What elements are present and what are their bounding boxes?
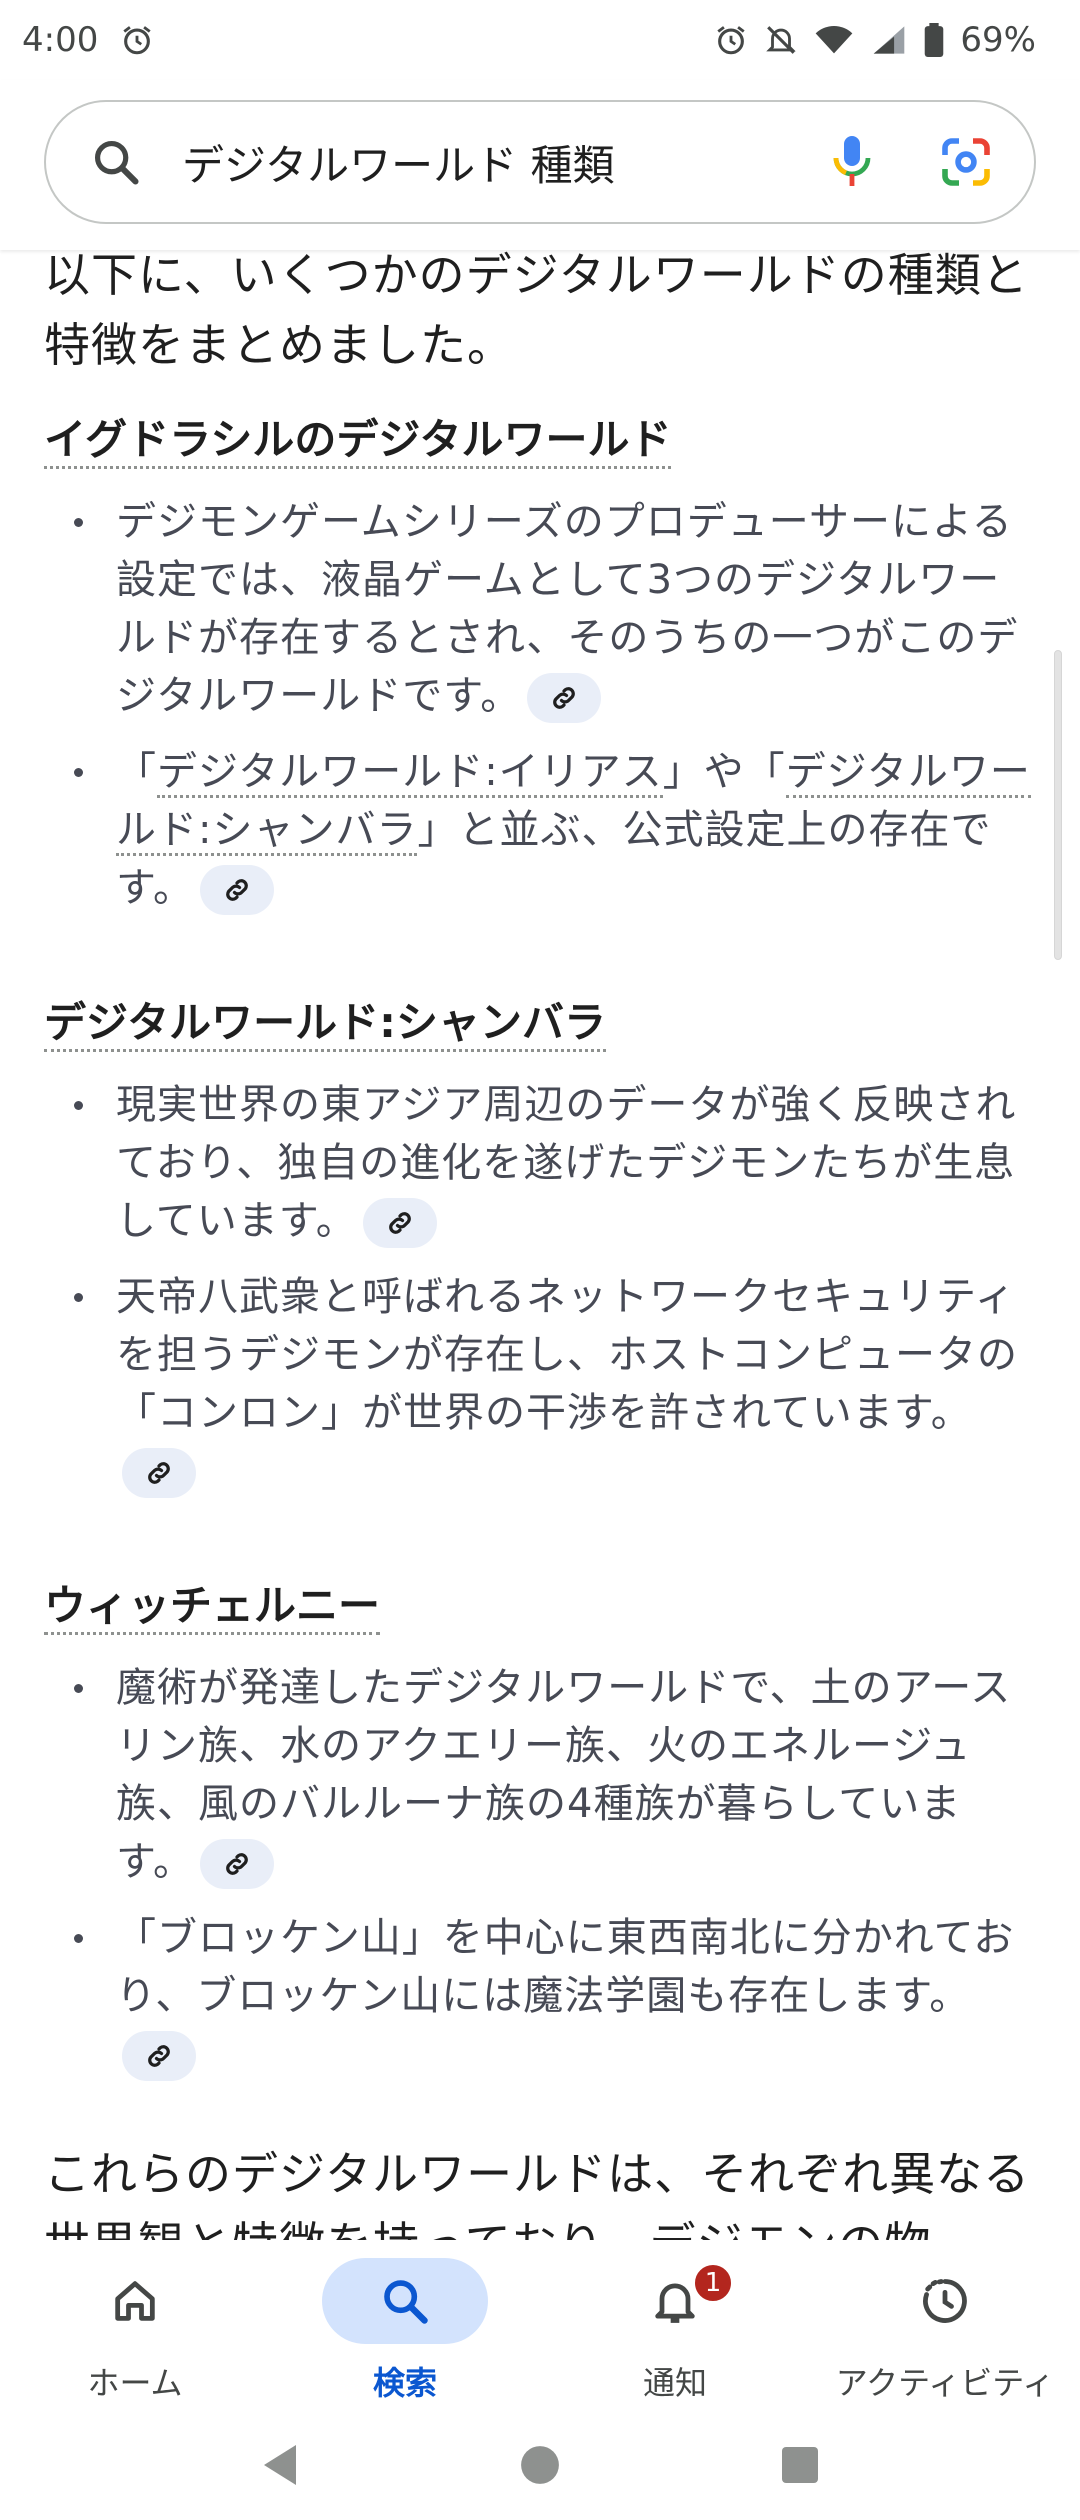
- source-link-chip[interactable]: [362, 1198, 437, 1248]
- list-item: 「デジタルワールド:イリアス」や「デジタルワールド:シャンバラ」と並ぶ、公式設定…: [44, 743, 1036, 917]
- link-icon: [388, 1212, 411, 1234]
- nav-label: アクティビティ: [835, 2364, 1055, 2402]
- mic-icon[interactable]: [828, 132, 876, 192]
- source-link-chip[interactable]: [200, 1839, 274, 1889]
- list-item: 「ブロッケン山」を中心に東西南北に分かれており、ブロッケン山には魔法学園も存在し…: [44, 1909, 1036, 2083]
- bullet-list: デジモンゲームシリーズのプロデューサーによる設定では、液晶ゲームとして3つのデジ…: [44, 493, 1036, 917]
- recents-icon[interactable]: [780, 2445, 820, 2485]
- search-header: デジタルワールド 種類: [0, 80, 1080, 250]
- section-shambhala: デジタルワールド:シャンバラ 現実世界の東アジア周辺のデータが強く反映されており…: [44, 935, 1036, 1500]
- status-bar: 4:00 69%: [0, 0, 1080, 80]
- source-link-chip[interactable]: [122, 2031, 196, 2081]
- nav-activity[interactable]: アクティビティ: [810, 2240, 1080, 2410]
- link-icon: [148, 1462, 170, 1484]
- section-title[interactable]: ウィッチェルニー: [44, 1580, 381, 1635]
- nav-label: 通知: [642, 2364, 707, 2402]
- system-nav-bar: [0, 2410, 1080, 2520]
- activity-icon: [923, 2279, 967, 2323]
- nav-pill: [322, 2258, 488, 2344]
- nav-pill: [862, 2258, 1028, 2344]
- ai-overview-content: 以下に、いくつかのデジタルワールドの種類と特徴をまとめました。 イグドラシルのデ…: [0, 230, 1080, 2240]
- status-time: 4:00: [22, 20, 99, 60]
- mute-icon: [764, 23, 798, 57]
- source-link-chip[interactable]: [527, 673, 602, 723]
- alarm-icon: [714, 23, 748, 57]
- intro-paragraph: 以下に、いくつかのデジタルワールドの種類と特徴をまとめました。: [44, 248, 1029, 372]
- section-title[interactable]: イグドラシルのデジタルワールド: [44, 414, 672, 469]
- section-title[interactable]: デジタルワールド:シャンバラ: [44, 997, 606, 1052]
- source-link-chip[interactable]: [122, 1448, 196, 1498]
- nav-notifications[interactable]: 1 通知: [540, 2240, 810, 2410]
- link-icon: [553, 687, 576, 709]
- search-icon: [384, 2280, 428, 2324]
- section-yggdrasil: イグドラシルのデジタルワールド デジモンゲームシリーズのプロデューサーによる設定…: [44, 380, 1036, 917]
- scrollbar[interactable]: [1054, 650, 1062, 960]
- link-icon: [226, 879, 248, 901]
- nav-pill: [592, 2258, 758, 2344]
- bullet-list: 魔術が発達したデジタルワールドで、土のアースリン族、水のアクエリー族、火のエネル…: [44, 1659, 1036, 2083]
- source-link-chip[interactable]: [200, 865, 274, 915]
- bullet-text: 現実世界の東アジア周辺のデータが強く反映されており、独自の進化を遂げたデジモンた…: [116, 1082, 1017, 1244]
- search-icon[interactable]: [90, 136, 142, 188]
- section-witchelny: ウィッチェルニー 魔術が発達したデジタルワールドで、土のアースリン族、水のアクエ…: [44, 1518, 1036, 2083]
- nav-search[interactable]: 検索: [270, 2240, 540, 2410]
- alarm-icon: [120, 23, 154, 57]
- nav-label: 検索: [372, 2364, 437, 2402]
- bullet-text: 」や「: [662, 749, 786, 795]
- link-icon: [226, 1853, 248, 1875]
- list-item: 天帝八武衆と呼ばれるネットワークセキュリティを担うデジモンが存在し、ホストコンピ…: [44, 1268, 1036, 1500]
- nav-label: ホーム: [87, 2364, 183, 2402]
- home-icon: [115, 2281, 155, 2321]
- signal-icon: [870, 23, 908, 57]
- wifi-icon: [814, 23, 854, 57]
- search-query[interactable]: デジタルワールド 種類: [182, 132, 828, 193]
- bullet-list: 現実世界の東アジア周辺のデータが強く反映されており、独自の進化を遂げたデジモンた…: [44, 1076, 1036, 1500]
- bullet-text: 「: [116, 749, 157, 795]
- link-icon: [148, 2045, 170, 2067]
- battery-icon: [924, 23, 944, 57]
- nav-pill: [52, 2258, 218, 2344]
- list-item: 現実世界の東アジア周辺のデータが強く反映されており、独自の進化を遂げたデジモンた…: [44, 1076, 1036, 1250]
- search-box[interactable]: デジタルワールド 種類: [44, 100, 1036, 224]
- nav-home[interactable]: ホーム: [0, 2240, 270, 2410]
- inline-link-ilias[interactable]: デジタルワールド:イリアス: [157, 749, 663, 798]
- bullet-text: 「ブロッケン山」を中心に東西南北に分かれており、ブロッケン山には魔法学園も存在し…: [116, 1915, 1015, 2019]
- notification-badge: 1: [692, 2262, 734, 2304]
- back-icon[interactable]: [260, 2443, 300, 2487]
- list-item: 魔術が発達したデジタルワールドで、土のアースリン族、水のアクエリー族、火のエネル…: [44, 1659, 1036, 1891]
- bullet-text: 天帝八武衆と呼ばれるネットワークセキュリティを担うデジモンが存在し、ホストコンピ…: [116, 1274, 1018, 1436]
- closing-paragraph: これらのデジタルワールドは、それぞれ異なる世界観と特徴を持っており、デジモンの物: [44, 2147, 1031, 2240]
- battery-percent: 69%: [960, 20, 1036, 60]
- lens-icon[interactable]: [938, 134, 994, 190]
- bottom-nav: ホーム 検索 1 通知 アクティビティ: [0, 2240, 1080, 2410]
- list-item: デジモンゲームシリーズのプロデューサーによる設定では、液晶ゲームとして3つのデジ…: [44, 493, 1036, 725]
- home-circle-icon[interactable]: [519, 2444, 561, 2486]
